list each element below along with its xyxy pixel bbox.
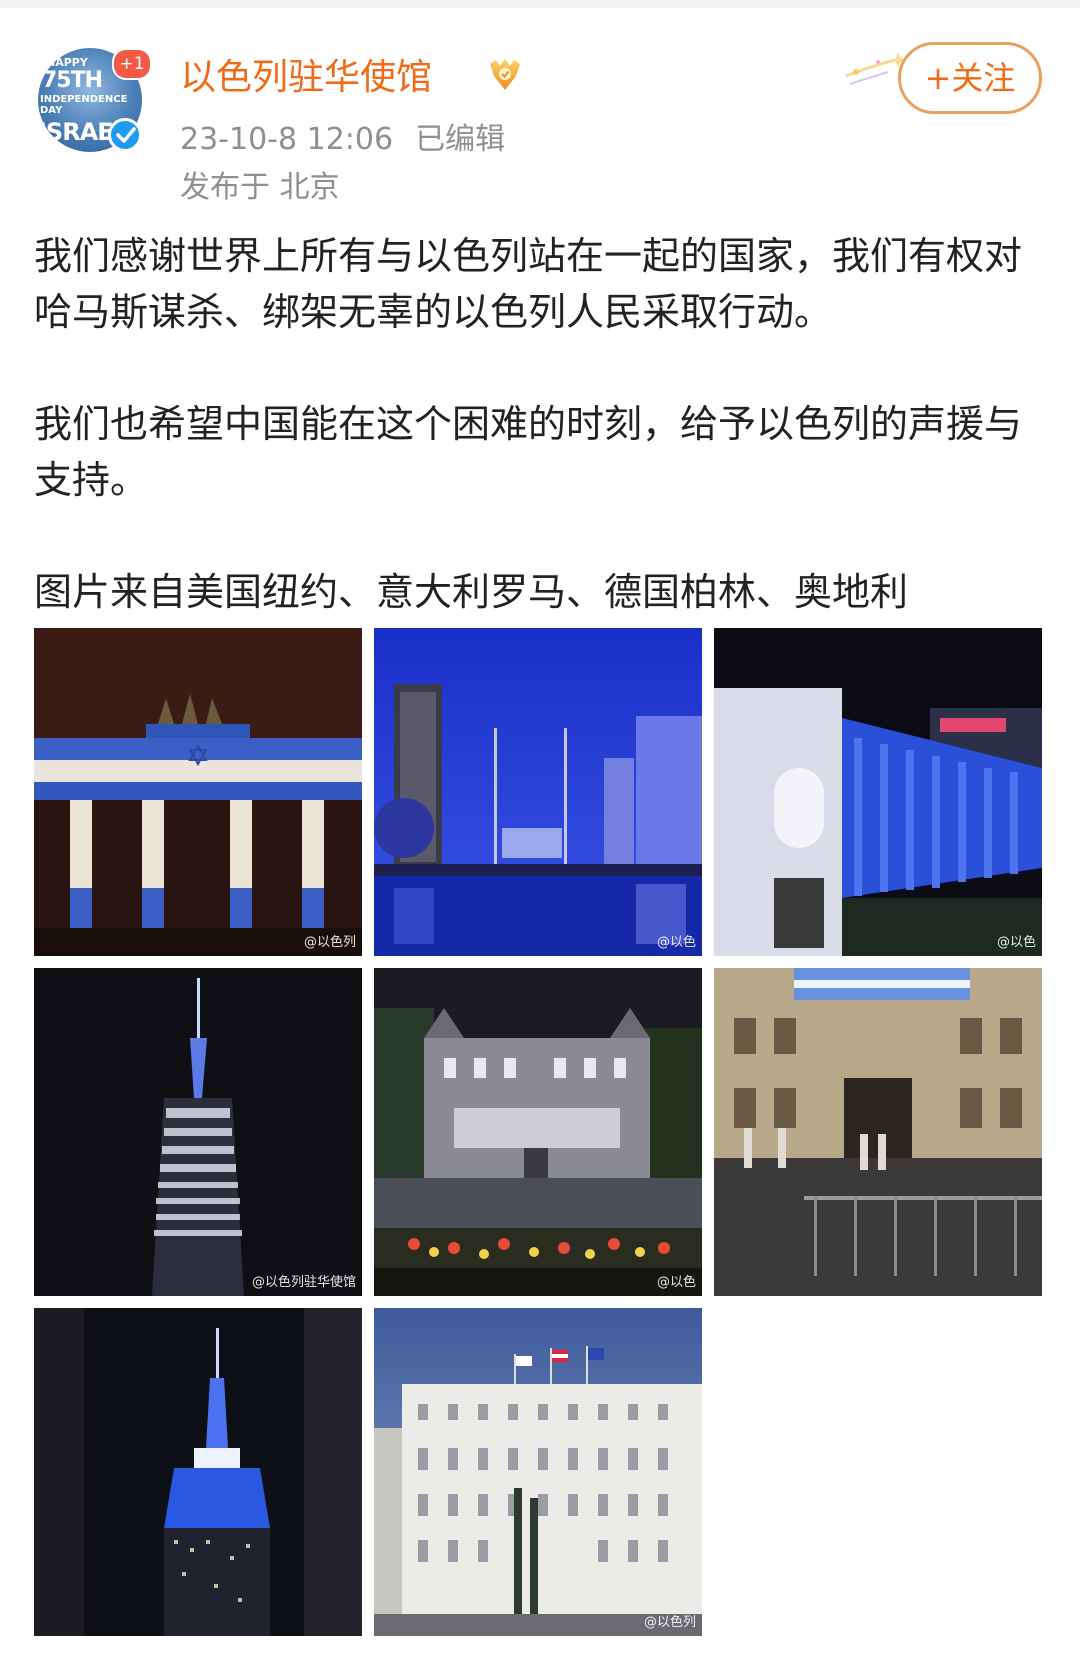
post-photo-3[interactable]: @以色 <box>714 628 1042 956</box>
post-paragraph: 我们感谢世界上所有与以色列站在一起的国家，我们有权对哈马斯谋杀、绑架无辜的以色列… <box>34 234 1023 334</box>
post-meta: 23-10-8 12:06 已编辑 <box>180 114 505 158</box>
top-divider <box>0 0 1080 8</box>
post-timestamp: 23-10-8 12:06 <box>180 122 394 157</box>
author-name[interactable]: 以色列驻华使馆 <box>180 48 432 100</box>
post-photo-8[interactable]: @以色列 <box>374 1308 702 1636</box>
post-photo-6[interactable] <box>714 968 1042 1296</box>
photo-watermark: @以色 <box>996 935 1036 950</box>
post-photo-2[interactable]: @以色 <box>374 628 702 956</box>
post-body: 我们感谢世界上所有与以色列站在一起的国家，我们有权对哈马斯谋杀、绑架无辜的以色列… <box>34 228 1044 620</box>
follow-button[interactable]: +关注 <box>898 42 1042 114</box>
post-paragraph: 我们也希望中国能在这个困难的时刻，给予以色列的声援与支持。 <box>34 402 1023 502</box>
photo-watermark: @以色 <box>656 935 696 950</box>
post-photo-7[interactable] <box>34 1308 362 1636</box>
photo-watermark: @以色列 <box>303 935 356 950</box>
edited-label[interactable]: 已编辑 <box>415 122 505 157</box>
avatar-text: 75TH <box>42 68 103 93</box>
photo-watermark: @以色 <box>656 1275 696 1290</box>
photo-watermark: @以色列驻华使馆 <box>251 1275 356 1290</box>
post-photo-4[interactable]: @以色列驻华使馆 <box>34 968 362 1296</box>
post-photo-5[interactable]: @以色 <box>374 968 702 1296</box>
post-location: 发布于 北京 <box>180 170 340 205</box>
post-photo-1[interactable]: @以色列 <box>34 628 362 956</box>
verified-icon <box>108 118 142 152</box>
photo-watermark: @以色列 <box>643 1615 696 1630</box>
avatar-update-badge: +1 <box>112 48 152 80</box>
post-paragraph: 图片来自美国纽约、意大利罗马、德国柏林、奥地利 <box>34 570 909 614</box>
avatar-text: INDEPENDENCE DAY <box>40 94 128 116</box>
honor-badge-icon[interactable] <box>486 56 524 94</box>
